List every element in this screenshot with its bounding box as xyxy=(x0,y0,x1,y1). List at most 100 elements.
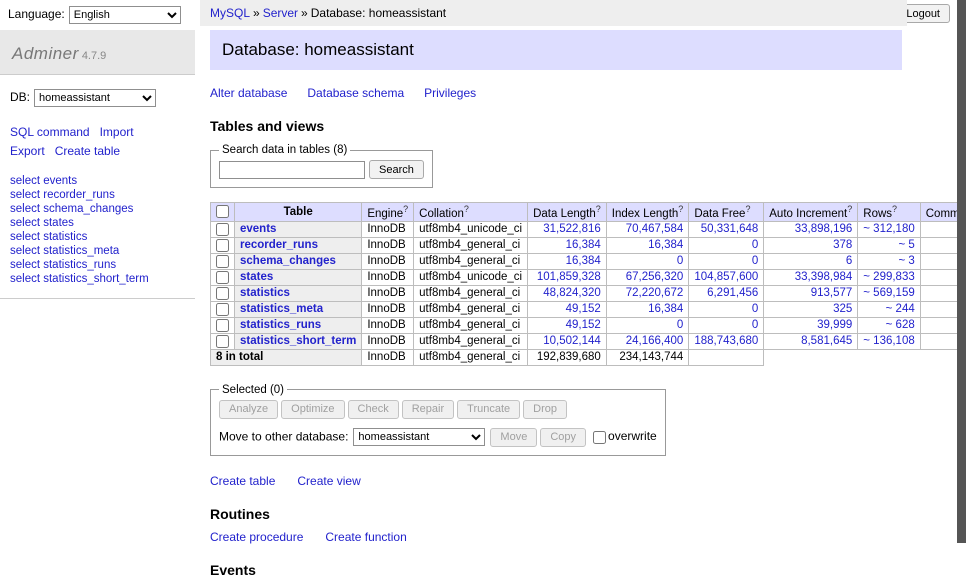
database-schema-link[interactable]: Database schema xyxy=(307,86,404,100)
breadcrumb-mysql-link[interactable]: MySQL xyxy=(210,6,250,20)
data-length-link[interactable]: 49,152 xyxy=(566,303,601,315)
table-name-link[interactable]: statistics_runs xyxy=(240,319,321,331)
index-length-link[interactable]: 70,467,584 xyxy=(626,223,684,235)
rows-count-link[interactable]: ~ 244 xyxy=(886,303,915,315)
repair-button[interactable]: Repair xyxy=(402,400,454,419)
auto-increment-link[interactable]: 6 xyxy=(846,255,852,267)
data-free-link[interactable]: 50,331,648 xyxy=(701,223,759,235)
optimize-button[interactable]: Optimize xyxy=(281,400,344,419)
index-length-link[interactable]: 16,384 xyxy=(648,303,683,315)
breadcrumb-separator: » xyxy=(253,6,260,20)
auto-increment-link[interactable]: 33,898,196 xyxy=(795,223,853,235)
create-procedure-link[interactable]: Create procedure xyxy=(210,530,303,544)
data-length-link[interactable]: 49,152 xyxy=(566,319,601,331)
export-link[interactable]: Export xyxy=(10,144,45,158)
breadcrumb-server-link[interactable]: Server xyxy=(263,6,298,20)
rows-count-link[interactable]: ~ 3 xyxy=(898,255,914,267)
auto-increment-link[interactable]: 8,581,645 xyxy=(801,335,852,347)
index-length-link[interactable]: 24,166,400 xyxy=(626,335,684,347)
data-free-link[interactable]: 104,857,600 xyxy=(694,271,758,283)
rows-count-link[interactable]: ~ 5 xyxy=(898,239,914,251)
vertical-scrollbar[interactable] xyxy=(957,0,966,543)
row-checkbox[interactable] xyxy=(216,303,229,316)
table-name-link[interactable]: recorder_runs xyxy=(240,239,318,251)
index-length-link[interactable]: 67,256,320 xyxy=(626,271,684,283)
row-checkbox[interactable] xyxy=(216,335,229,348)
index-length-link[interactable]: 72,220,672 xyxy=(626,287,684,299)
db-select[interactable]: homeassistant xyxy=(34,89,156,107)
select-all-checkbox[interactable] xyxy=(216,205,229,218)
truncate-button[interactable]: Truncate xyxy=(457,400,520,419)
data-length-link[interactable]: 16,384 xyxy=(566,239,601,251)
auto-increment-link[interactable]: 325 xyxy=(833,303,852,315)
create-table-bottom-link[interactable]: Create table xyxy=(210,474,275,488)
column-header-label: Table xyxy=(284,206,313,218)
row-checkbox[interactable] xyxy=(216,223,229,236)
language-select[interactable]: English xyxy=(69,6,181,24)
rows-cell: ~ 136,108 xyxy=(858,333,920,349)
auto-increment-link[interactable]: 913,577 xyxy=(811,287,853,299)
data-free-link[interactable]: 6,291,456 xyxy=(707,287,758,299)
copy-button[interactable]: Copy xyxy=(540,428,586,447)
create-view-link[interactable]: Create view xyxy=(297,474,360,488)
list-item: select statistics_meta xyxy=(10,244,185,258)
table-name-link[interactable]: statistics_meta xyxy=(240,303,323,315)
overwrite-checkbox[interactable] xyxy=(593,431,606,444)
table-name-link[interactable]: statistics_short_term xyxy=(240,335,356,347)
data-free-link[interactable]: 0 xyxy=(752,255,758,267)
sql-command-link[interactable]: SQL command xyxy=(10,125,90,139)
row-checkbox[interactable] xyxy=(216,271,229,284)
rows-count-link[interactable]: ~ 299,833 xyxy=(863,271,914,283)
sidebar-select-statistics-meta-link[interactable]: select statistics_meta xyxy=(10,245,119,257)
data-free-link[interactable]: 0 xyxy=(752,303,758,315)
check-button[interactable]: Check xyxy=(348,400,399,419)
rows-count-link[interactable]: ~ 136,108 xyxy=(863,335,914,347)
data-length-cell: 31,522,816 xyxy=(528,221,607,237)
row-checkbox[interactable] xyxy=(216,239,229,252)
sidebar-select-schema-changes-link[interactable]: select schema_changes xyxy=(10,203,133,215)
data-free-link[interactable]: 0 xyxy=(752,239,758,251)
rows-count-link[interactable]: ~ 628 xyxy=(886,319,915,331)
data-length-link[interactable]: 10,502,144 xyxy=(543,335,601,347)
data-free-link[interactable]: 188,743,680 xyxy=(694,335,758,347)
row-checkbox[interactable] xyxy=(216,255,229,268)
scrollbar-thumb[interactable] xyxy=(957,0,966,543)
move-button[interactable]: Move xyxy=(490,428,537,447)
row-checkbox[interactable] xyxy=(216,287,229,300)
sidebar-select-states-link[interactable]: select states xyxy=(10,217,74,229)
move-db-select[interactable]: homeassistant xyxy=(353,428,485,446)
table-name-link[interactable]: events xyxy=(240,223,276,235)
data-length-link[interactable]: 16,384 xyxy=(566,255,601,267)
rows-count-link[interactable]: ~ 569,159 xyxy=(863,287,914,299)
table-name-link[interactable]: schema_changes xyxy=(240,255,336,267)
data-free-cell: 188,743,680 xyxy=(689,333,764,349)
import-link[interactable]: Import xyxy=(100,125,134,139)
index-length-link[interactable]: 16,384 xyxy=(648,239,683,251)
table-name-link[interactable]: states xyxy=(240,271,273,283)
data-length-link[interactable]: 48,824,320 xyxy=(543,287,601,299)
sidebar-select-events-link[interactable]: select events xyxy=(10,175,77,187)
sidebar-select-statistics-short-term-link[interactable]: select statistics_short_term xyxy=(10,273,149,285)
data-length-link[interactable]: 31,522,816 xyxy=(543,223,601,235)
alter-database-link[interactable]: Alter database xyxy=(210,86,287,100)
search-input[interactable] xyxy=(219,161,365,179)
sidebar-select-statistics-link[interactable]: select statistics xyxy=(10,231,87,243)
table-name-link[interactable]: statistics xyxy=(240,287,290,299)
index-length-link[interactable]: 0 xyxy=(677,255,683,267)
privileges-link[interactable]: Privileges xyxy=(424,86,476,100)
auto-increment-link[interactable]: 33,398,984 xyxy=(795,271,853,283)
data-length-link[interactable]: 101,859,328 xyxy=(537,271,601,283)
drop-button[interactable]: Drop xyxy=(523,400,567,419)
create-table-link[interactable]: Create table xyxy=(55,144,120,158)
sidebar-select-statistics-runs-link[interactable]: select statistics_runs xyxy=(10,259,116,271)
sidebar-select-recorder-runs-link[interactable]: select recorder_runs xyxy=(10,189,115,201)
index-length-link[interactable]: 0 xyxy=(677,319,683,331)
analyze-button[interactable]: Analyze xyxy=(219,400,278,419)
auto-increment-link[interactable]: 378 xyxy=(833,239,852,251)
create-function-link[interactable]: Create function xyxy=(325,530,406,544)
search-button[interactable]: Search xyxy=(369,160,424,179)
rows-count-link[interactable]: ~ 312,180 xyxy=(863,223,914,235)
auto-increment-link[interactable]: 39,999 xyxy=(817,319,852,331)
data-free-link[interactable]: 0 xyxy=(752,319,758,331)
row-checkbox[interactable] xyxy=(216,319,229,332)
